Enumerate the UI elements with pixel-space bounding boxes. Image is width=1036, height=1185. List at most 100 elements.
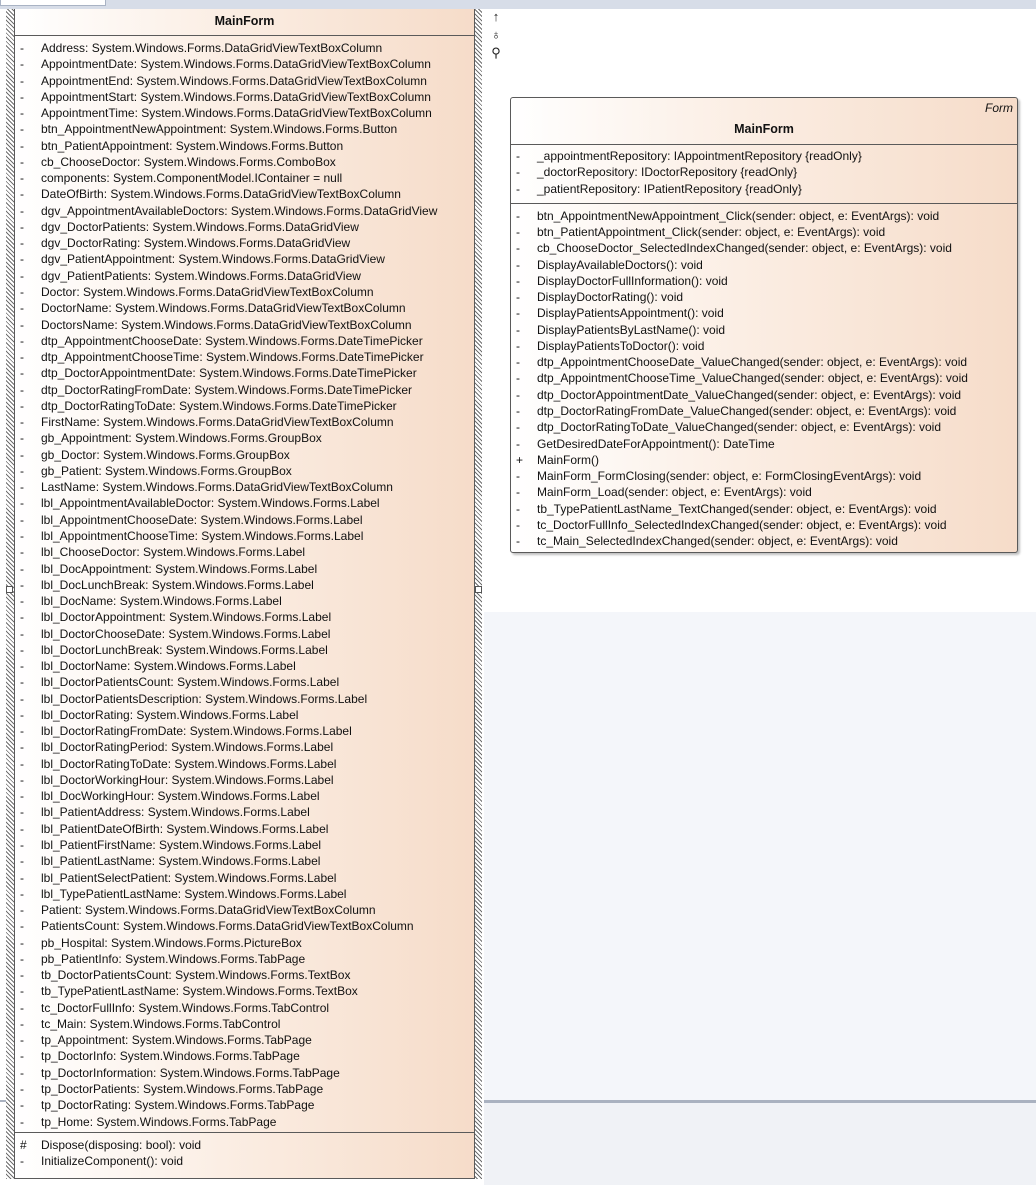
attribute-row[interactable]: - lbl_DocName: System.Windows.Forms.Label xyxy=(15,593,474,609)
resize-handle-left[interactable] xyxy=(6,586,13,593)
attribute-row[interactable]: - tp_Appointment: System.Windows.Forms.Ta… xyxy=(15,1032,474,1048)
attribute-row[interactable]: - tp_DoctorPatients: System.Windows.Forms… xyxy=(15,1081,474,1097)
operation-row[interactable]: - dtp_AppointmentChooseTime_ValueChanged(… xyxy=(511,370,1017,386)
attribute-row[interactable]: - Patient: System.Windows.Forms.DataGridV… xyxy=(15,902,474,918)
attribute-row[interactable]: - tp_DoctorRating: System.Windows.Forms.T… xyxy=(15,1097,474,1113)
attribute-row[interactable]: - dgv_AppointmentAvailableDoctors: System… xyxy=(15,203,474,219)
attribute-row[interactable]: - DoctorName: System.Windows.Forms.DataGr… xyxy=(15,300,474,316)
attribute-row[interactable]: - lbl_DoctorName: System.Windows.Forms.La… xyxy=(15,658,474,674)
attribute-row[interactable]: - cb_ChooseDoctor: System.Windows.Forms.C… xyxy=(15,154,474,170)
attribute-row[interactable]: - dgv_PatientAppointment: System.Windows.… xyxy=(15,251,474,267)
operation-row[interactable]: + MainForm() xyxy=(511,452,1017,468)
canvas-tab[interactable] xyxy=(0,0,106,6)
attribute-row[interactable]: - pb_Hospital: System.Windows.Forms.Pictu… xyxy=(15,935,474,951)
attribute-row[interactable]: - lbl_DoctorPatientsDescription: System.W… xyxy=(15,691,474,707)
attribute-row[interactable]: - lbl_DoctorWorkingHour: System.Windows.F… xyxy=(15,772,474,788)
operation-row[interactable]: - DisplayPatientsByLastName(): void xyxy=(511,322,1017,338)
operation-row[interactable]: - DisplayPatientsAppointment(): void xyxy=(511,305,1017,321)
attribute-row[interactable]: - AppointmentDate: System.Windows.Forms.D… xyxy=(15,56,474,72)
class-mainform[interactable]: Form MainForm - _appointmentRepository: I… xyxy=(510,97,1018,553)
attribute-row[interactable]: - lbl_DocLunchBreak: System.Windows.Forms… xyxy=(15,577,474,593)
attribute-row[interactable]: - components: System.ComponentModel.ICont… xyxy=(15,170,474,186)
attribute-row[interactable]: - gb_Doctor: System.Windows.Forms.GroupBo… xyxy=(15,447,474,463)
attribute-row[interactable]: - tp_DoctorInfo: System.Windows.Forms.Tab… xyxy=(15,1048,474,1064)
attribute-row[interactable]: - tb_TypePatientLastName: System.Windows.… xyxy=(15,983,474,999)
attribute-row[interactable]: - lbl_PatientSelectPatient: System.Window… xyxy=(15,870,474,886)
attribute-row[interactable]: - lbl_DoctorLunchBreak: System.Windows.Fo… xyxy=(15,642,474,658)
attribute-row[interactable]: - btn_PatientAppointment: System.Windows.… xyxy=(15,138,474,154)
arrow-up-icon[interactable]: ↑ xyxy=(488,8,504,26)
attribute-row[interactable]: - lbl_AppointmentChooseTime: System.Windo… xyxy=(15,528,474,544)
operation-row[interactable]: - tb_TypePatientLastName_TextChanged(send… xyxy=(511,501,1017,517)
attribute-row[interactable]: - dtp_DoctorRatingFromDate: System.Window… xyxy=(15,382,474,398)
attribute-row[interactable]: - DateOfBirth: System.Windows.Forms.DataG… xyxy=(15,186,474,202)
attribute-row[interactable]: - lbl_ChooseDoctor: System.Windows.Forms.… xyxy=(15,544,474,560)
attribute-row[interactable]: - lbl_AppointmentChooseDate: System.Windo… xyxy=(15,512,474,528)
operation-row[interactable]: - InitializeComponent(): void xyxy=(15,1153,474,1169)
class-mainform-designer[interactable]: MainForm - Address: System.Windows.Forms.… xyxy=(14,9,475,1179)
canvas-area-bottom[interactable] xyxy=(484,1103,1036,1185)
operation-row[interactable]: - DisplayAvailableDoctors(): void xyxy=(511,257,1017,273)
operation-row[interactable]: - DisplayDoctorRating(): void xyxy=(511,289,1017,305)
attribute-row[interactable]: - dtp_AppointmentChooseTime: System.Windo… xyxy=(15,349,474,365)
attribute-row[interactable]: - dtp_AppointmentChooseDate: System.Windo… xyxy=(15,333,474,349)
attribute-row[interactable]: - lbl_DoctorChooseDate: System.Windows.Fo… xyxy=(15,626,474,642)
operation-row[interactable]: - dtp_AppointmentChooseDate_ValueChanged(… xyxy=(511,354,1017,370)
attribute-row[interactable]: - FirstName: System.Windows.Forms.DataGri… xyxy=(15,414,474,430)
operation-row[interactable]: - DisplayDoctorFullInformation(): void xyxy=(511,273,1017,289)
attribute-row[interactable]: - gb_Appointment: System.Windows.Forms.Gr… xyxy=(15,430,474,446)
attribute-row[interactable]: - dgv_PatientPatients: System.Windows.For… xyxy=(15,268,474,284)
attribute-row[interactable]: - dtp_DoctorAppointmentDate: System.Windo… xyxy=(15,365,474,381)
attribute-row[interactable]: - dgv_DoctorRating: System.Windows.Forms.… xyxy=(15,235,474,251)
attribute-row[interactable]: - Address: System.Windows.Forms.DataGridV… xyxy=(15,40,474,56)
resize-handle-right[interactable] xyxy=(475,586,482,593)
attribute-row[interactable]: - PatientsCount: System.Windows.Forms.Dat… xyxy=(15,918,474,934)
attribute-row[interactable]: - tp_Home: System.Windows.Forms.TabPage xyxy=(15,1114,474,1130)
operation-row[interactable]: # Dispose(disposing: bool): void xyxy=(15,1137,474,1153)
attribute-row[interactable]: - dgv_DoctorPatients: System.Windows.Form… xyxy=(15,219,474,235)
attribute-row[interactable]: - tb_DoctorPatientsCount: System.Windows.… xyxy=(15,967,474,983)
magnifier-icon[interactable]: ⚲ xyxy=(488,44,504,62)
attribute-row[interactable]: - tp_DoctorInformation: System.Windows.Fo… xyxy=(15,1065,474,1081)
attribute-row[interactable]: - _appointmentRepository: IAppointmentRep… xyxy=(511,148,1017,164)
operation-row[interactable]: - MainForm_Load(sender: object, e: EventA… xyxy=(511,484,1017,500)
operation-row[interactable]: - dtp_DoctorRatingToDate_ValueChanged(sen… xyxy=(511,419,1017,435)
operation-row[interactable]: - dtp_DoctorAppointmentDate_ValueChanged(… xyxy=(511,387,1017,403)
attribute-row[interactable]: - _patientRepository: IPatientRepository … xyxy=(511,181,1017,197)
operation-row[interactable]: - tc_Main_SelectedIndexChanged(sender: ob… xyxy=(511,533,1017,549)
attribute-row[interactable]: - tc_Main: System.Windows.Forms.TabContro… xyxy=(15,1016,474,1032)
attribute-row[interactable]: - lbl_TypePatientLastName: System.Windows… xyxy=(15,886,474,902)
attribute-row[interactable]: - lbl_DoctorRatingPeriod: System.Windows.… xyxy=(15,739,474,755)
attribute-row[interactable]: - AppointmentTime: System.Windows.Forms.D… xyxy=(15,105,474,121)
attribute-row[interactable]: - lbl_DocWorkingHour: System.Windows.Form… xyxy=(15,788,474,804)
attribute-row[interactable]: - tc_DoctorFullInfo: System.Windows.Forms… xyxy=(15,1000,474,1016)
attribute-row[interactable]: - lbl_PatientFirstName: System.Windows.Fo… xyxy=(15,837,474,853)
attribute-row[interactable]: - lbl_PatientDateOfBirth: System.Windows.… xyxy=(15,821,474,837)
attribute-row[interactable]: - LastName: System.Windows.Forms.DataGrid… xyxy=(15,479,474,495)
attribute-row[interactable]: - AppointmentStart: System.Windows.Forms.… xyxy=(15,89,474,105)
link-connector-icon[interactable]: ♁ xyxy=(488,26,504,44)
attribute-row[interactable]: - Doctor: System.Windows.Forms.DataGridVi… xyxy=(15,284,474,300)
canvas-area-lower[interactable] xyxy=(484,612,1036,1100)
attribute-row[interactable]: - lbl_PatientAddress: System.Windows.Form… xyxy=(15,804,474,820)
attribute-row[interactable]: - lbl_DoctorPatientsCount: System.Windows… xyxy=(15,674,474,690)
attribute-row[interactable]: - lbl_DoctorRating: System.Windows.Forms.… xyxy=(15,707,474,723)
operation-row[interactable]: - GetDesiredDateForAppointment(): DateTim… xyxy=(511,436,1017,452)
attribute-row[interactable]: - lbl_DoctorAppointment: System.Windows.F… xyxy=(15,609,474,625)
operation-row[interactable]: - cb_ChooseDoctor_SelectedIndexChanged(se… xyxy=(511,240,1017,256)
attribute-row[interactable]: - gb_Patient: System.Windows.Forms.GroupB… xyxy=(15,463,474,479)
operation-row[interactable]: - btn_PatientAppointment_Click(sender: ob… xyxy=(511,224,1017,240)
attribute-row[interactable]: - pb_PatientInfo: System.Windows.Forms.Ta… xyxy=(15,951,474,967)
operation-row[interactable]: - tc_DoctorFullInfo_SelectedIndexChanged(… xyxy=(511,517,1017,533)
operation-row[interactable]: - MainForm_FormClosing(sender: object, e:… xyxy=(511,468,1017,484)
attribute-row[interactable]: - AppointmentEnd: System.Windows.Forms.Da… xyxy=(15,73,474,89)
attribute-row[interactable]: - lbl_DoctorRatingFromDate: System.Window… xyxy=(15,723,474,739)
attribute-row[interactable]: - lbl_AppointmentAvailableDoctor: System.… xyxy=(15,495,474,511)
operation-row[interactable]: - DisplayPatientsToDoctor(): void xyxy=(511,338,1017,354)
attribute-row[interactable]: - _doctorRepository: IDoctorRepository {r… xyxy=(511,164,1017,180)
attribute-row[interactable]: - lbl_PatientLastName: System.Windows.For… xyxy=(15,853,474,869)
attribute-row[interactable]: - DoctorsName: System.Windows.Forms.DataG… xyxy=(15,317,474,333)
attribute-row[interactable]: - lbl_DocAppointment: System.Windows.Form… xyxy=(15,561,474,577)
operation-row[interactable]: - dtp_DoctorRatingFromDate_ValueChanged(s… xyxy=(511,403,1017,419)
attribute-row[interactable]: - lbl_DoctorRatingToDate: System.Windows.… xyxy=(15,756,474,772)
